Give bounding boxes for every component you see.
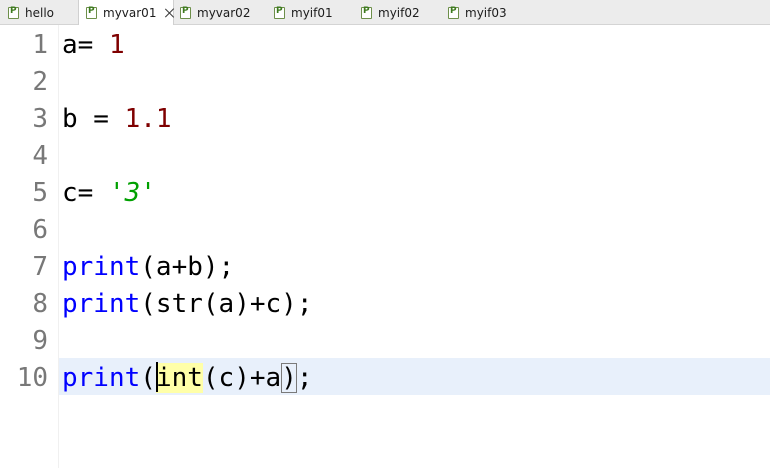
code-token: (str(a)+c); [140, 289, 313, 319]
python-file-icon [180, 6, 191, 19]
number-token: 1 [108, 30, 125, 60]
tab-label: hello [25, 5, 54, 20]
code-text: b = 1.1 [62, 101, 172, 138]
number-token: 1.1 [124, 104, 172, 134]
code-token: b = [62, 104, 125, 134]
code-token: ( [140, 363, 156, 393]
code-token: a= [62, 30, 109, 60]
code-line[interactable]: 1 a= 1 [0, 27, 770, 64]
line-number: 2 [32, 67, 48, 97]
code-token: ; [296, 363, 313, 393]
line-number: 4 [32, 141, 48, 171]
code-line[interactable]: 5 c= '3' [0, 175, 770, 212]
text-cursor [155, 361, 158, 392]
string-token: '3' [108, 178, 156, 208]
tab-label: myvar02 [197, 5, 251, 20]
tab-label: myif03 [465, 5, 507, 20]
python-file-icon [274, 6, 285, 19]
line-number: 10 [16, 363, 48, 393]
code-token: c= [62, 178, 109, 208]
tab-myvar01[interactable]: myvar01 [78, 0, 174, 26]
python-file-icon [361, 6, 372, 19]
tab-myvar02[interactable]: myvar02 [176, 0, 266, 25]
code-token: (c)+a [202, 363, 282, 393]
code-line[interactable]: 7 print(a+b); [0, 249, 770, 286]
tab-label: myif02 [378, 5, 420, 20]
tab-myif02[interactable]: myif02 [357, 0, 441, 25]
keyword-token: print [62, 363, 141, 393]
code-line[interactable]: 8 print(str(a)+c); [0, 286, 770, 323]
code-line[interactable]: 10 print(int(c)+a); [0, 360, 770, 397]
code-editor[interactable]: 1 a= 123b = 1.1 4 5 c= '3' 6 7 print(a+b); 8 prin… [0, 25, 770, 468]
line-number: 9 [32, 326, 48, 356]
highlighted-token: int [155, 363, 203, 393]
code-line[interactable]: 9 [0, 323, 770, 360]
code-token: (a+b); [140, 252, 235, 282]
code-text: print(int(c)+a); [62, 360, 313, 397]
python-file-icon [448, 6, 459, 19]
code-text: c= '3' [62, 175, 156, 212]
matched-bracket: ) [281, 363, 297, 393]
python-file-icon [86, 6, 97, 19]
code-line[interactable]: 4 [0, 138, 770, 175]
tab-myif03[interactable]: myif03 [444, 0, 528, 25]
line-number: 1 [32, 30, 48, 60]
line-number: 8 [32, 289, 48, 319]
code-text: a= 1 [62, 27, 125, 64]
tab-myif01[interactable]: myif01 [270, 0, 354, 25]
close-icon[interactable] [165, 8, 173, 18]
editor-tab-bar: hello myvar01 myvar02 myif01 myif02 myif03 [0, 0, 770, 26]
code-line[interactable]: 2 [0, 64, 770, 101]
tab-label: myif01 [291, 5, 333, 20]
line-number: 7 [32, 252, 48, 282]
code-text: print(a+b); [62, 249, 234, 286]
line-number: 5 [32, 178, 48, 208]
line-number: 6 [32, 215, 48, 245]
tab-hello[interactable]: hello [4, 0, 74, 25]
keyword-token: print [62, 289, 141, 319]
line-number: 3 [32, 104, 48, 134]
python-file-icon [8, 6, 19, 19]
code-line[interactable]: 3 b = 1.1 [0, 101, 770, 138]
keyword-token: print [62, 252, 141, 282]
code-text: print(str(a)+c); [62, 286, 312, 323]
tab-label: myvar01 [103, 6, 157, 20]
code-line[interactable]: 6 [0, 212, 770, 249]
